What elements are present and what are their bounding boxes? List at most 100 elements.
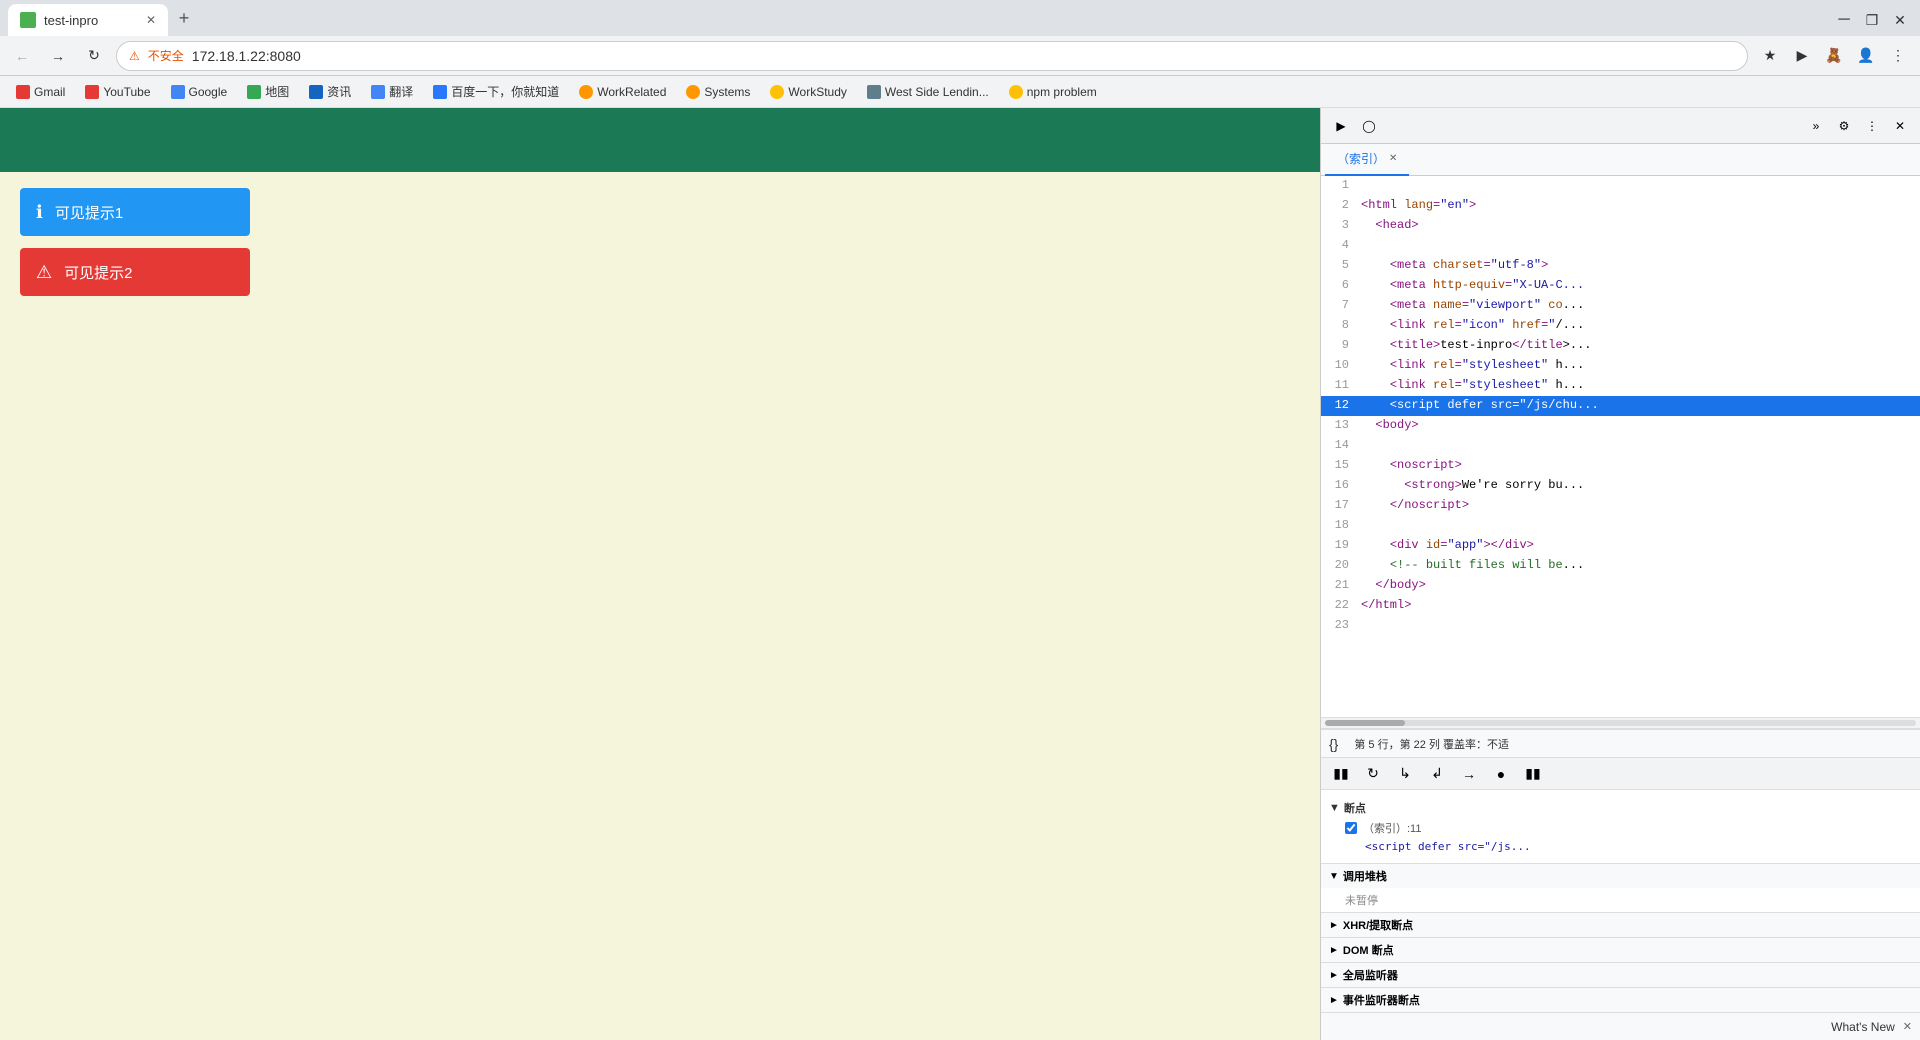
event-chevron-icon: ►: [1329, 995, 1339, 1006]
bookmark-star-icon[interactable]: ★: [1756, 42, 1784, 70]
warning-icon: ⚠: [36, 262, 52, 283]
code-line: 8 <link rel="icon" href="/...: [1321, 316, 1920, 336]
event-listener-breakpoints-label: 事件监听器断点: [1343, 992, 1420, 1008]
code-line: 5 <meta charset="utf-8">: [1321, 256, 1920, 276]
code-line: 2 <html lang="en">: [1321, 196, 1920, 216]
bookmark-google[interactable]: Google: [163, 83, 236, 101]
bookmark-westsidelending-label: West Side Lendin...: [885, 85, 989, 99]
code-line: 7 <meta name="viewport" co...: [1321, 296, 1920, 316]
call-stack-value: 未暂停: [1321, 888, 1920, 912]
devtools-code-area[interactable]: 1 2 <html lang="en"> 3 <head> 4 5: [1321, 176, 1920, 717]
alert-info-text: 可见提示1: [55, 202, 123, 223]
bookmark-gmail[interactable]: Gmail: [8, 83, 73, 101]
inspect-element-icon[interactable]: ▶: [1329, 114, 1353, 138]
call-stack-title[interactable]: ▼ 调用堆栈: [1321, 864, 1920, 888]
minimize-button[interactable]: ─: [1832, 8, 1856, 32]
alert-warning-text: 可见提示2: [64, 262, 132, 283]
dom-breakpoints-title[interactable]: ► DOM 断点: [1321, 938, 1920, 962]
status-line-col: 第 5 行，第 22 列 覆盖率：不适: [1354, 736, 1509, 752]
user-profile-icon[interactable]: 👤: [1852, 42, 1880, 70]
devtools-tabs: （索引） ✕: [1321, 144, 1920, 176]
devtools-more-icon[interactable]: ⋮: [1860, 114, 1884, 138]
close-button[interactable]: ✕: [1888, 8, 1912, 32]
info-icon: ℹ: [36, 202, 43, 223]
bookmark-workrelated[interactable]: WorkRelated: [571, 83, 674, 101]
device-toolbar-icon[interactable]: ◯: [1357, 114, 1381, 138]
bookmark-npmproblem[interactable]: npm problem: [1001, 83, 1105, 101]
whats-new-close-icon[interactable]: ✕: [1903, 1020, 1912, 1033]
bookmark-gmail-label: Gmail: [34, 85, 65, 99]
alert-warning: ⚠ 可见提示2: [20, 248, 250, 296]
devtools-settings-icon[interactable]: ⚙: [1832, 114, 1856, 138]
bookmark-youtube[interactable]: YouTube: [77, 83, 158, 101]
baidu-icon: [433, 85, 447, 99]
active-tab[interactable]: test-inpro ✕: [8, 4, 168, 36]
bookmark-youtube-label: YouTube: [103, 85, 150, 99]
maps-icon: [247, 85, 261, 99]
extensions-icon[interactable]: 🧸: [1820, 42, 1848, 70]
breakpoints-panel: ▼ 断点 （索引）:11 <script defer src="/js...: [1321, 789, 1920, 863]
breakpoints-label: 断点: [1344, 800, 1366, 816]
tab-close-icon[interactable]: ✕: [146, 13, 156, 27]
bookmark-systems-label: Systems: [704, 85, 750, 99]
app-header: [0, 108, 1320, 172]
scrollbar-thumb[interactable]: [1325, 720, 1405, 726]
reload-button[interactable]: ↻: [80, 42, 108, 70]
code-line: 10 <link rel="stylesheet" h...: [1321, 356, 1920, 376]
bookmark-maps-label: 地图: [265, 83, 289, 100]
whats-new-label[interactable]: What's New: [1831, 1020, 1895, 1034]
deactivate-breakpoints-icon[interactable]: ●: [1489, 762, 1513, 786]
bookmark-translate[interactable]: 翻译: [363, 81, 421, 102]
bookmarks-bar: Gmail YouTube Google 地图 资讯 翻译 百度一下，你就知道: [0, 76, 1920, 108]
bookmark-baidu[interactable]: 百度一下，你就知道: [425, 81, 567, 102]
code-line: 18: [1321, 516, 1920, 536]
event-listener-breakpoints-title[interactable]: ► 事件监听器断点: [1321, 988, 1920, 1012]
gmail-icon: [16, 85, 30, 99]
breakpoints-chevron-icon: ▼: [1329, 802, 1340, 814]
step-icon[interactable]: →: [1457, 762, 1481, 786]
step-over-icon[interactable]: ↻: [1361, 762, 1385, 786]
dom-breakpoints-label: DOM 断点: [1343, 942, 1394, 958]
address-bar[interactable]: ⚠ 不安全 172.18.1.22:8080: [116, 41, 1748, 71]
global-listeners-title[interactable]: ► 全局监听器: [1321, 963, 1920, 987]
whats-new-bar: What's New ✕: [1321, 1012, 1920, 1040]
devtools-tab-index[interactable]: （索引） ✕: [1325, 144, 1409, 176]
screen-cast-icon[interactable]: ▶: [1788, 42, 1816, 70]
code-line: 22 </html>: [1321, 596, 1920, 616]
more-panels-icon[interactable]: »: [1804, 114, 1828, 138]
code-line: 23: [1321, 616, 1920, 636]
xhr-breakpoints-section: ► XHR/提取断点: [1321, 912, 1920, 937]
new-tab-button[interactable]: +: [170, 4, 198, 32]
devtools-close-icon[interactable]: ✕: [1888, 114, 1912, 138]
bookmark-translate-label: 翻译: [389, 83, 413, 100]
devtools-tab-close-icon[interactable]: ✕: [1389, 153, 1397, 164]
restore-button[interactable]: ❐: [1860, 8, 1884, 32]
breakpoints-section: ▼ 断点 （索引）:11 <script defer src="/js...: [1321, 794, 1920, 859]
alerts-area: ℹ 可见提示1 ⚠ 可见提示2: [0, 172, 1320, 312]
xhr-breakpoints-label: XHR/提取断点: [1343, 917, 1413, 933]
breakpoints-title[interactable]: ▼ 断点: [1329, 798, 1912, 818]
xhr-breakpoints-title[interactable]: ► XHR/提取断点: [1321, 913, 1920, 937]
bookmark-workstudy[interactable]: WorkStudy: [762, 83, 854, 101]
back-button[interactable]: ←: [8, 42, 36, 70]
step-into-icon[interactable]: ↳: [1393, 762, 1417, 786]
code-line: 13 <body>: [1321, 416, 1920, 436]
step-out-icon[interactable]: ↲: [1425, 762, 1449, 786]
pause-resume-icon[interactable]: ▮▮: [1329, 762, 1353, 786]
devtools-horizontal-scrollbar[interactable]: [1321, 717, 1920, 729]
bookmark-westsidelending[interactable]: West Side Lendin...: [859, 83, 997, 101]
bookmark-systems[interactable]: Systems: [678, 83, 758, 101]
code-line: 15 <noscript>: [1321, 456, 1920, 476]
code-line: 9 <title>test-inpro</title>...: [1321, 336, 1920, 356]
status-curly-brace-icon[interactable]: {}: [1329, 736, 1338, 752]
breakpoint-label: （索引）:11: [1363, 820, 1421, 836]
breakpoint-checkbox[interactable]: [1345, 822, 1357, 834]
code-line: 17 </noscript>: [1321, 496, 1920, 516]
menu-button[interactable]: ⋮: [1884, 42, 1912, 70]
bookmark-maps[interactable]: 地图: [239, 81, 297, 102]
forward-button[interactable]: →: [44, 42, 72, 70]
code-line: 19 <div id="app"></div>: [1321, 536, 1920, 556]
workrelated-icon: [579, 85, 593, 99]
pause-exceptions-icon[interactable]: ▮▮: [1521, 762, 1545, 786]
bookmark-news[interactable]: 资讯: [301, 81, 359, 102]
